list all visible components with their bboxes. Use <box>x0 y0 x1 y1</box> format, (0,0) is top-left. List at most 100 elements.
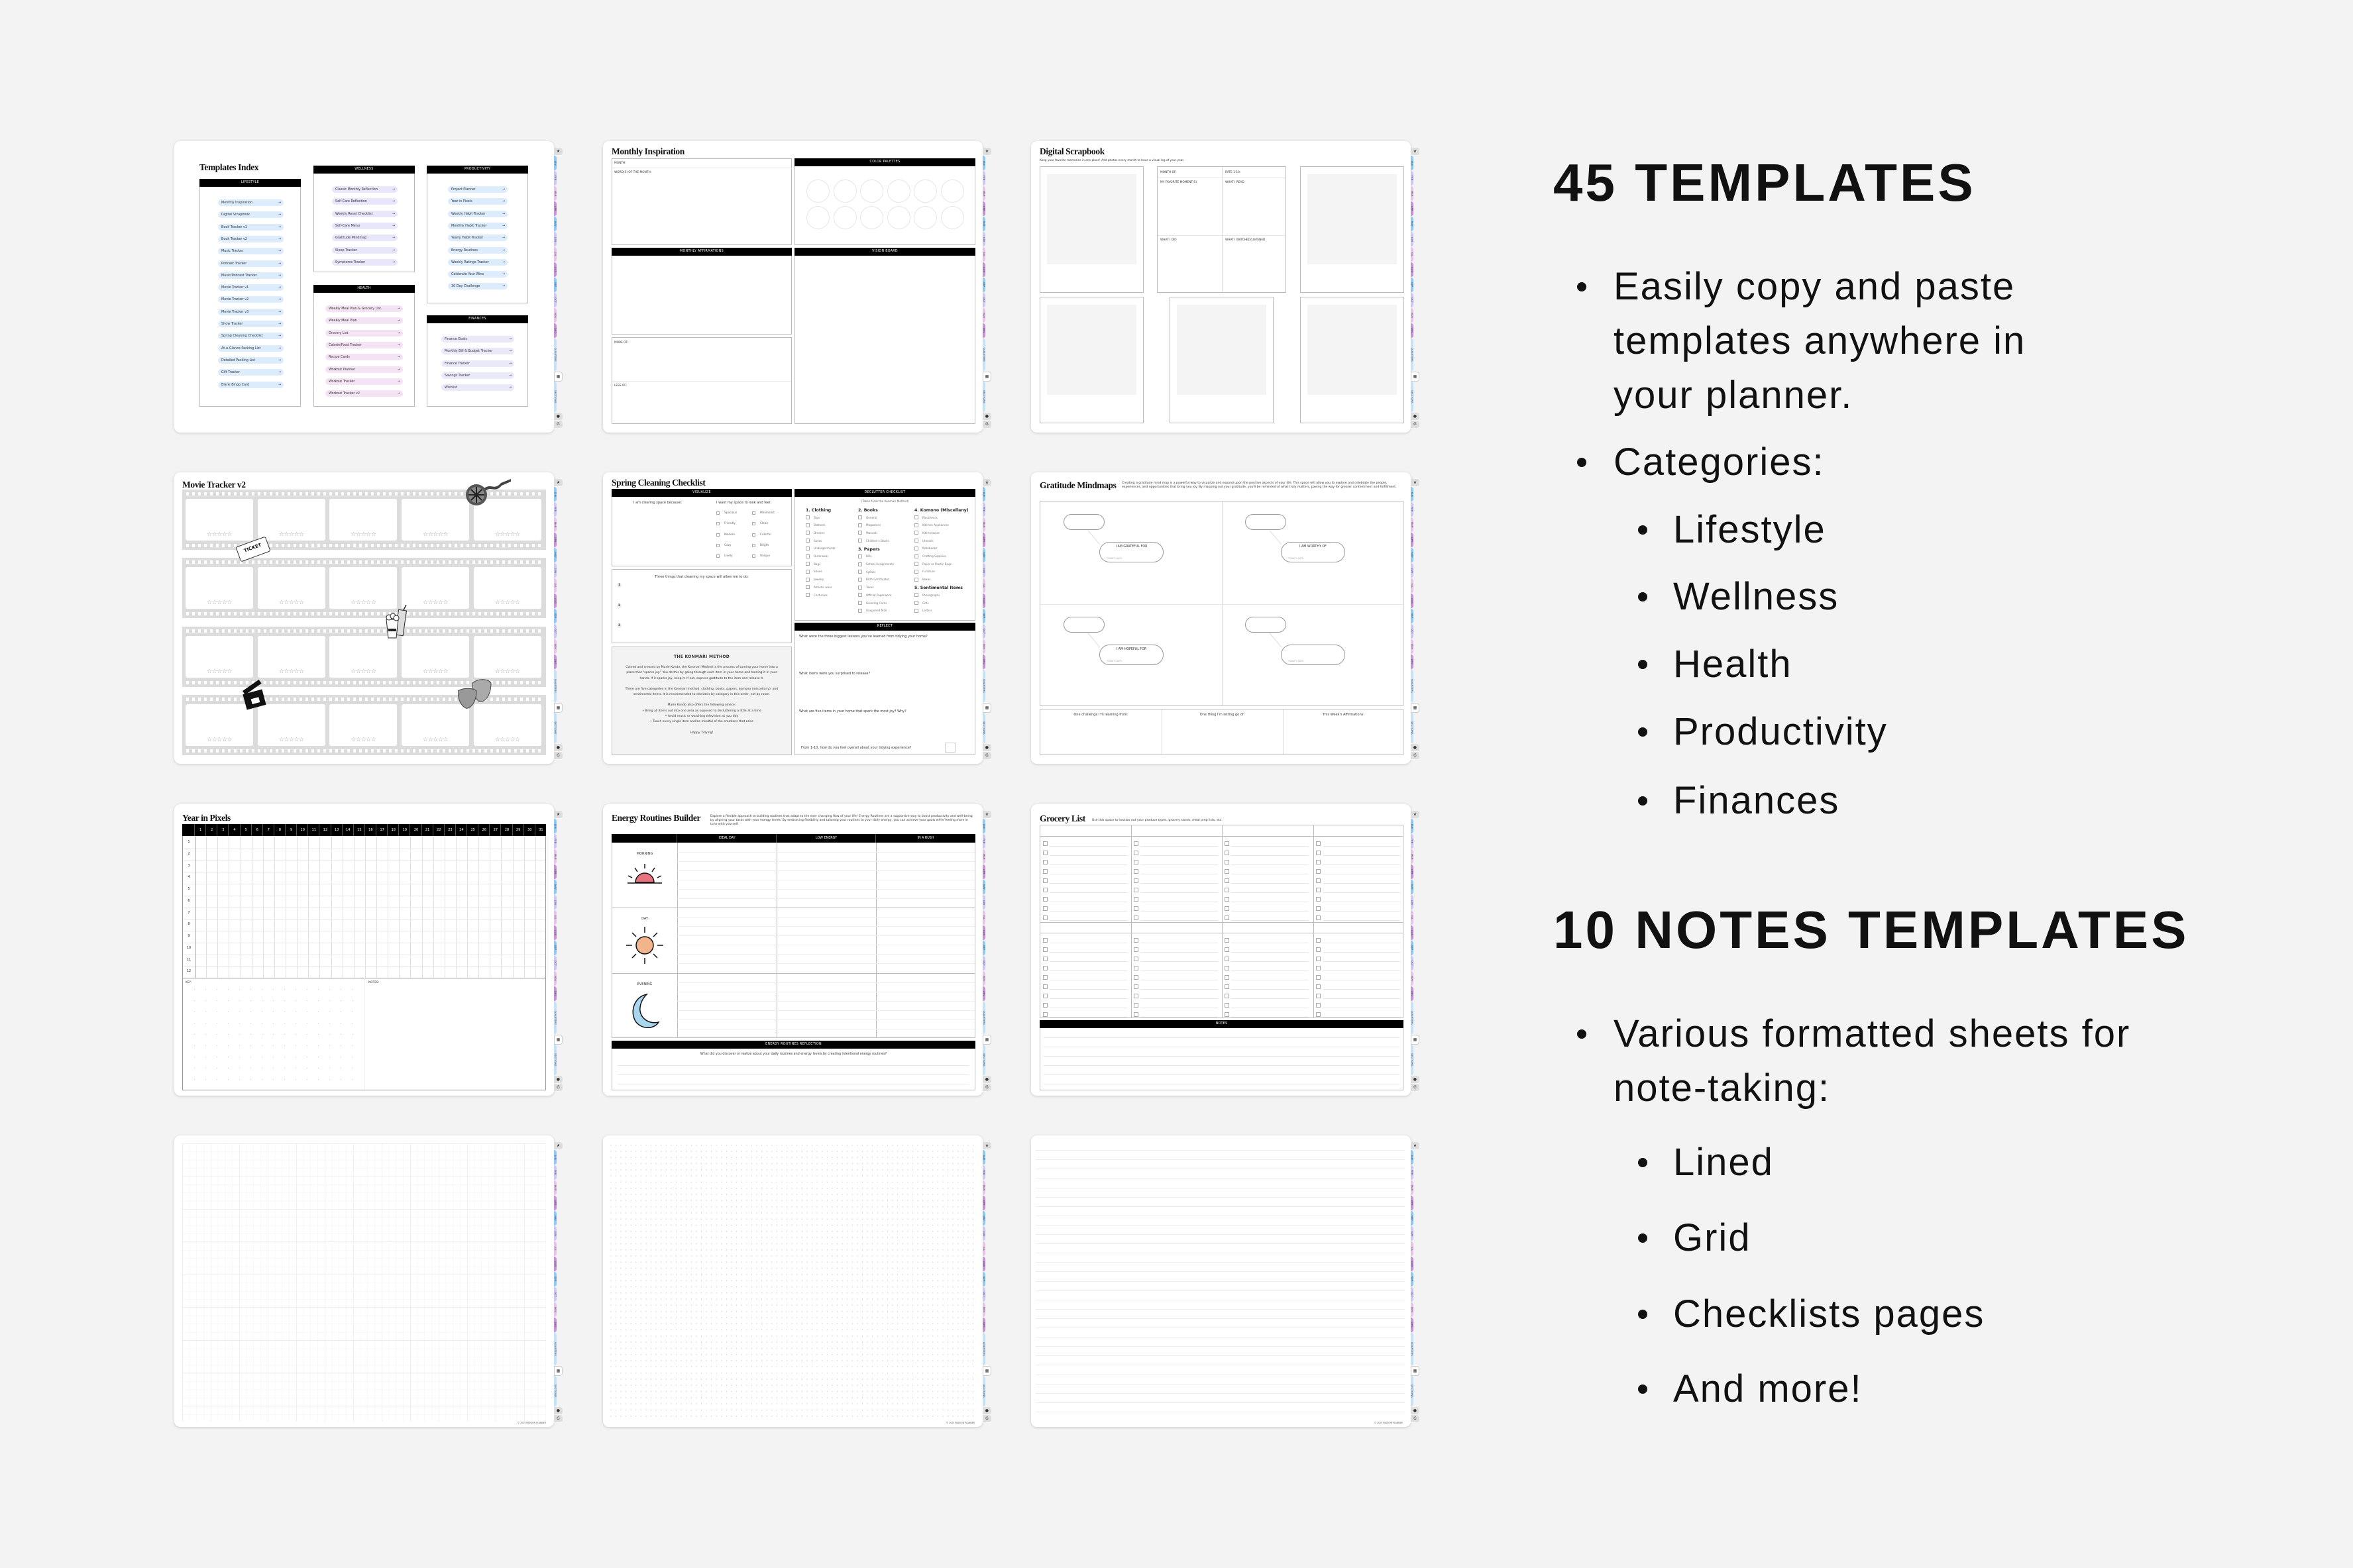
tab-star[interactable]: ★ <box>554 479 563 487</box>
mindmap-main-bubble[interactable]: I AM WORTHY OF TODAY'S DATE: <box>1281 542 1345 562</box>
template-link[interactable]: Show Tracker → <box>218 321 284 327</box>
tab-sections[interactable]: SECTIONS <box>554 1045 557 1076</box>
template-link[interactable]: Celebrate Your Wins → <box>448 271 508 278</box>
tab-sections[interactable]: SECTIONS <box>983 1045 985 1076</box>
template-link[interactable]: Weekly Meal Plan → <box>325 317 403 325</box>
photo-placeholder[interactable] <box>1177 305 1266 395</box>
tab-jan[interactable]: JAN <box>983 487 985 502</box>
tab-quarters[interactable]: QUARTERS <box>983 1002 985 1035</box>
template-link[interactable]: Monthly Inspiration → <box>218 199 284 206</box>
photo-placeholder[interactable] <box>1307 305 1397 395</box>
mindmap-small-bubble[interactable] <box>1064 617 1105 633</box>
movie-frame[interactable]: ☆☆☆☆☆ <box>329 567 398 609</box>
tab-sections[interactable]: SECTIONS <box>983 713 985 744</box>
tab-apr[interactable]: APR <box>983 1196 985 1211</box>
template-link[interactable]: Gratitude Mindmap → <box>332 235 398 242</box>
tab-apr[interactable]: APR <box>1411 201 1413 217</box>
grocery-checkbox[interactable] <box>1315 1012 1321 1017</box>
tab-nov[interactable]: NOV <box>554 639 557 654</box>
declutter-checkbox[interactable] <box>914 554 918 558</box>
template-page-spring-cleaning[interactable]: ★ JAN FEB MAR APR MAY JUN JUL AUG SEP OCT NOV DEC QUA… <box>603 472 991 764</box>
tab-table[interactable]: ▦ <box>1411 703 1419 713</box>
tab-oct[interactable]: OCT <box>983 1287 985 1302</box>
tab-jan[interactable]: JAN <box>554 1150 557 1165</box>
declutter-checkbox[interactable] <box>914 601 918 605</box>
tab-oct[interactable]: OCT <box>1411 956 1413 971</box>
rating-input-box[interactable] <box>945 743 956 753</box>
rating-stars[interactable]: ☆☆☆☆☆ <box>402 600 469 606</box>
grocery-checkbox[interactable] <box>1225 860 1230 864</box>
grocery-checkbox[interactable] <box>1315 947 1321 952</box>
tab-google[interactable]: G <box>554 752 563 760</box>
rating-stars[interactable]: ☆☆☆☆☆ <box>474 737 541 743</box>
mindmap-small-bubble[interactable] <box>1245 617 1286 633</box>
rating-stars[interactable]: ☆☆☆☆☆ <box>402 737 469 743</box>
template-link[interactable]: Weekly Meal Plan & Grocery List → <box>325 305 403 312</box>
tab-jan[interactable]: JAN <box>983 819 985 834</box>
tab-jun[interactable]: JUN <box>554 563 557 578</box>
rating-stars[interactable]: ☆☆☆☆☆ <box>474 668 541 675</box>
tab-apple[interactable]: ● <box>1411 1076 1419 1084</box>
category-name-input[interactable] <box>1222 922 1313 933</box>
declutter-checkbox[interactable] <box>914 562 918 566</box>
grocery-checkbox[interactable] <box>1225 851 1230 855</box>
rating-stars[interactable]: ☆☆☆☆☆ <box>186 600 253 606</box>
palette-swatch-circle[interactable] <box>940 180 964 203</box>
tab-oct[interactable]: OCT <box>554 293 557 308</box>
movie-frame[interactable]: ☆☆☆☆☆ <box>329 499 398 541</box>
tab-google[interactable]: G <box>983 752 991 760</box>
tab-sections[interactable]: SECTIONS <box>554 713 557 744</box>
grocery-checkbox[interactable] <box>1043 860 1048 864</box>
category-name-input[interactable] <box>1313 825 1404 836</box>
movie-frame[interactable]: ☆☆☆☆☆ <box>186 567 253 609</box>
template-link[interactable]: Sleep Tracker → <box>332 246 398 254</box>
tab-oct[interactable]: OCT <box>1411 624 1413 639</box>
tab-nov[interactable]: NOV <box>983 971 985 986</box>
dot-grid-area[interactable] <box>608 1142 977 1419</box>
template-link[interactable]: At-a-Glance Packing List → <box>218 344 284 352</box>
tab-quarters[interactable]: QUARTERS <box>1411 339 1413 372</box>
tab-dec[interactable]: DEC <box>554 323 557 339</box>
tab-quarters[interactable]: QUARTERS <box>554 670 557 703</box>
tab-aug[interactable]: AUG <box>1411 594 1413 609</box>
tab-google[interactable]: G <box>983 421 991 429</box>
rating-stars[interactable]: ☆☆☆☆☆ <box>474 600 541 606</box>
mindmap-main-bubble[interactable]: I AM HOPEFUL FOR TODAY'S DATE: <box>1099 645 1164 665</box>
grocery-checkbox[interactable] <box>1134 994 1139 998</box>
movie-frame[interactable]: ☆☆☆☆☆ <box>257 499 325 541</box>
tab-mar[interactable]: MAR <box>554 517 557 533</box>
grocery-checkbox[interactable] <box>1043 888 1048 892</box>
template-link[interactable]: Music Tracker → <box>218 248 284 255</box>
tab-google[interactable]: G <box>554 1415 563 1423</box>
palette-swatch-circle[interactable] <box>914 206 937 229</box>
tab-mar[interactable]: MAR <box>983 186 985 201</box>
tab-sep[interactable]: SEP <box>1411 278 1413 293</box>
tab-apr[interactable]: APR <box>983 201 985 217</box>
tab-mar[interactable]: MAR <box>983 849 985 864</box>
tab-sep[interactable]: SEP <box>983 278 985 293</box>
grocery-checkbox[interactable] <box>1043 841 1048 846</box>
tab-dec[interactable]: DEC <box>1411 1318 1413 1333</box>
tab-star[interactable]: ★ <box>983 811 991 819</box>
tab-dec[interactable]: DEC <box>1411 654 1413 670</box>
declutter-checkbox[interactable] <box>858 593 862 598</box>
rating-stars[interactable]: ☆☆☆☆☆ <box>186 668 253 675</box>
template-link[interactable]: Energy Routines → <box>448 246 508 254</box>
tab-feb[interactable]: FEB <box>554 502 557 517</box>
palette-swatch-circle[interactable] <box>833 206 857 229</box>
grocery-checkbox[interactable] <box>1225 947 1230 952</box>
tab-nov[interactable]: NOV <box>983 639 985 654</box>
tab-aug[interactable]: AUG <box>1411 925 1413 941</box>
tab-table[interactable]: ▦ <box>983 1366 991 1376</box>
tab-feb[interactable]: FEB <box>554 1165 557 1180</box>
declutter-checkbox[interactable] <box>858 577 862 582</box>
template-page-movie-tracker[interactable]: ★ JAN FEB MAR APR MAY JUN JUL AUG SEP OCT NOV DEC QUA… <box>174 472 563 764</box>
tab-sep[interactable]: SEP <box>1411 1272 1413 1287</box>
grocery-checkbox[interactable] <box>1315 966 1321 970</box>
tab-mar[interactable]: MAR <box>1411 849 1413 864</box>
tab-apple[interactable]: ● <box>554 744 563 752</box>
tab-oct[interactable]: OCT <box>1411 293 1413 308</box>
tab-jan[interactable]: JAN <box>554 156 557 171</box>
tab-apr[interactable]: APR <box>554 1196 557 1211</box>
template-link[interactable]: Workout Tracker v2 → <box>325 390 403 397</box>
